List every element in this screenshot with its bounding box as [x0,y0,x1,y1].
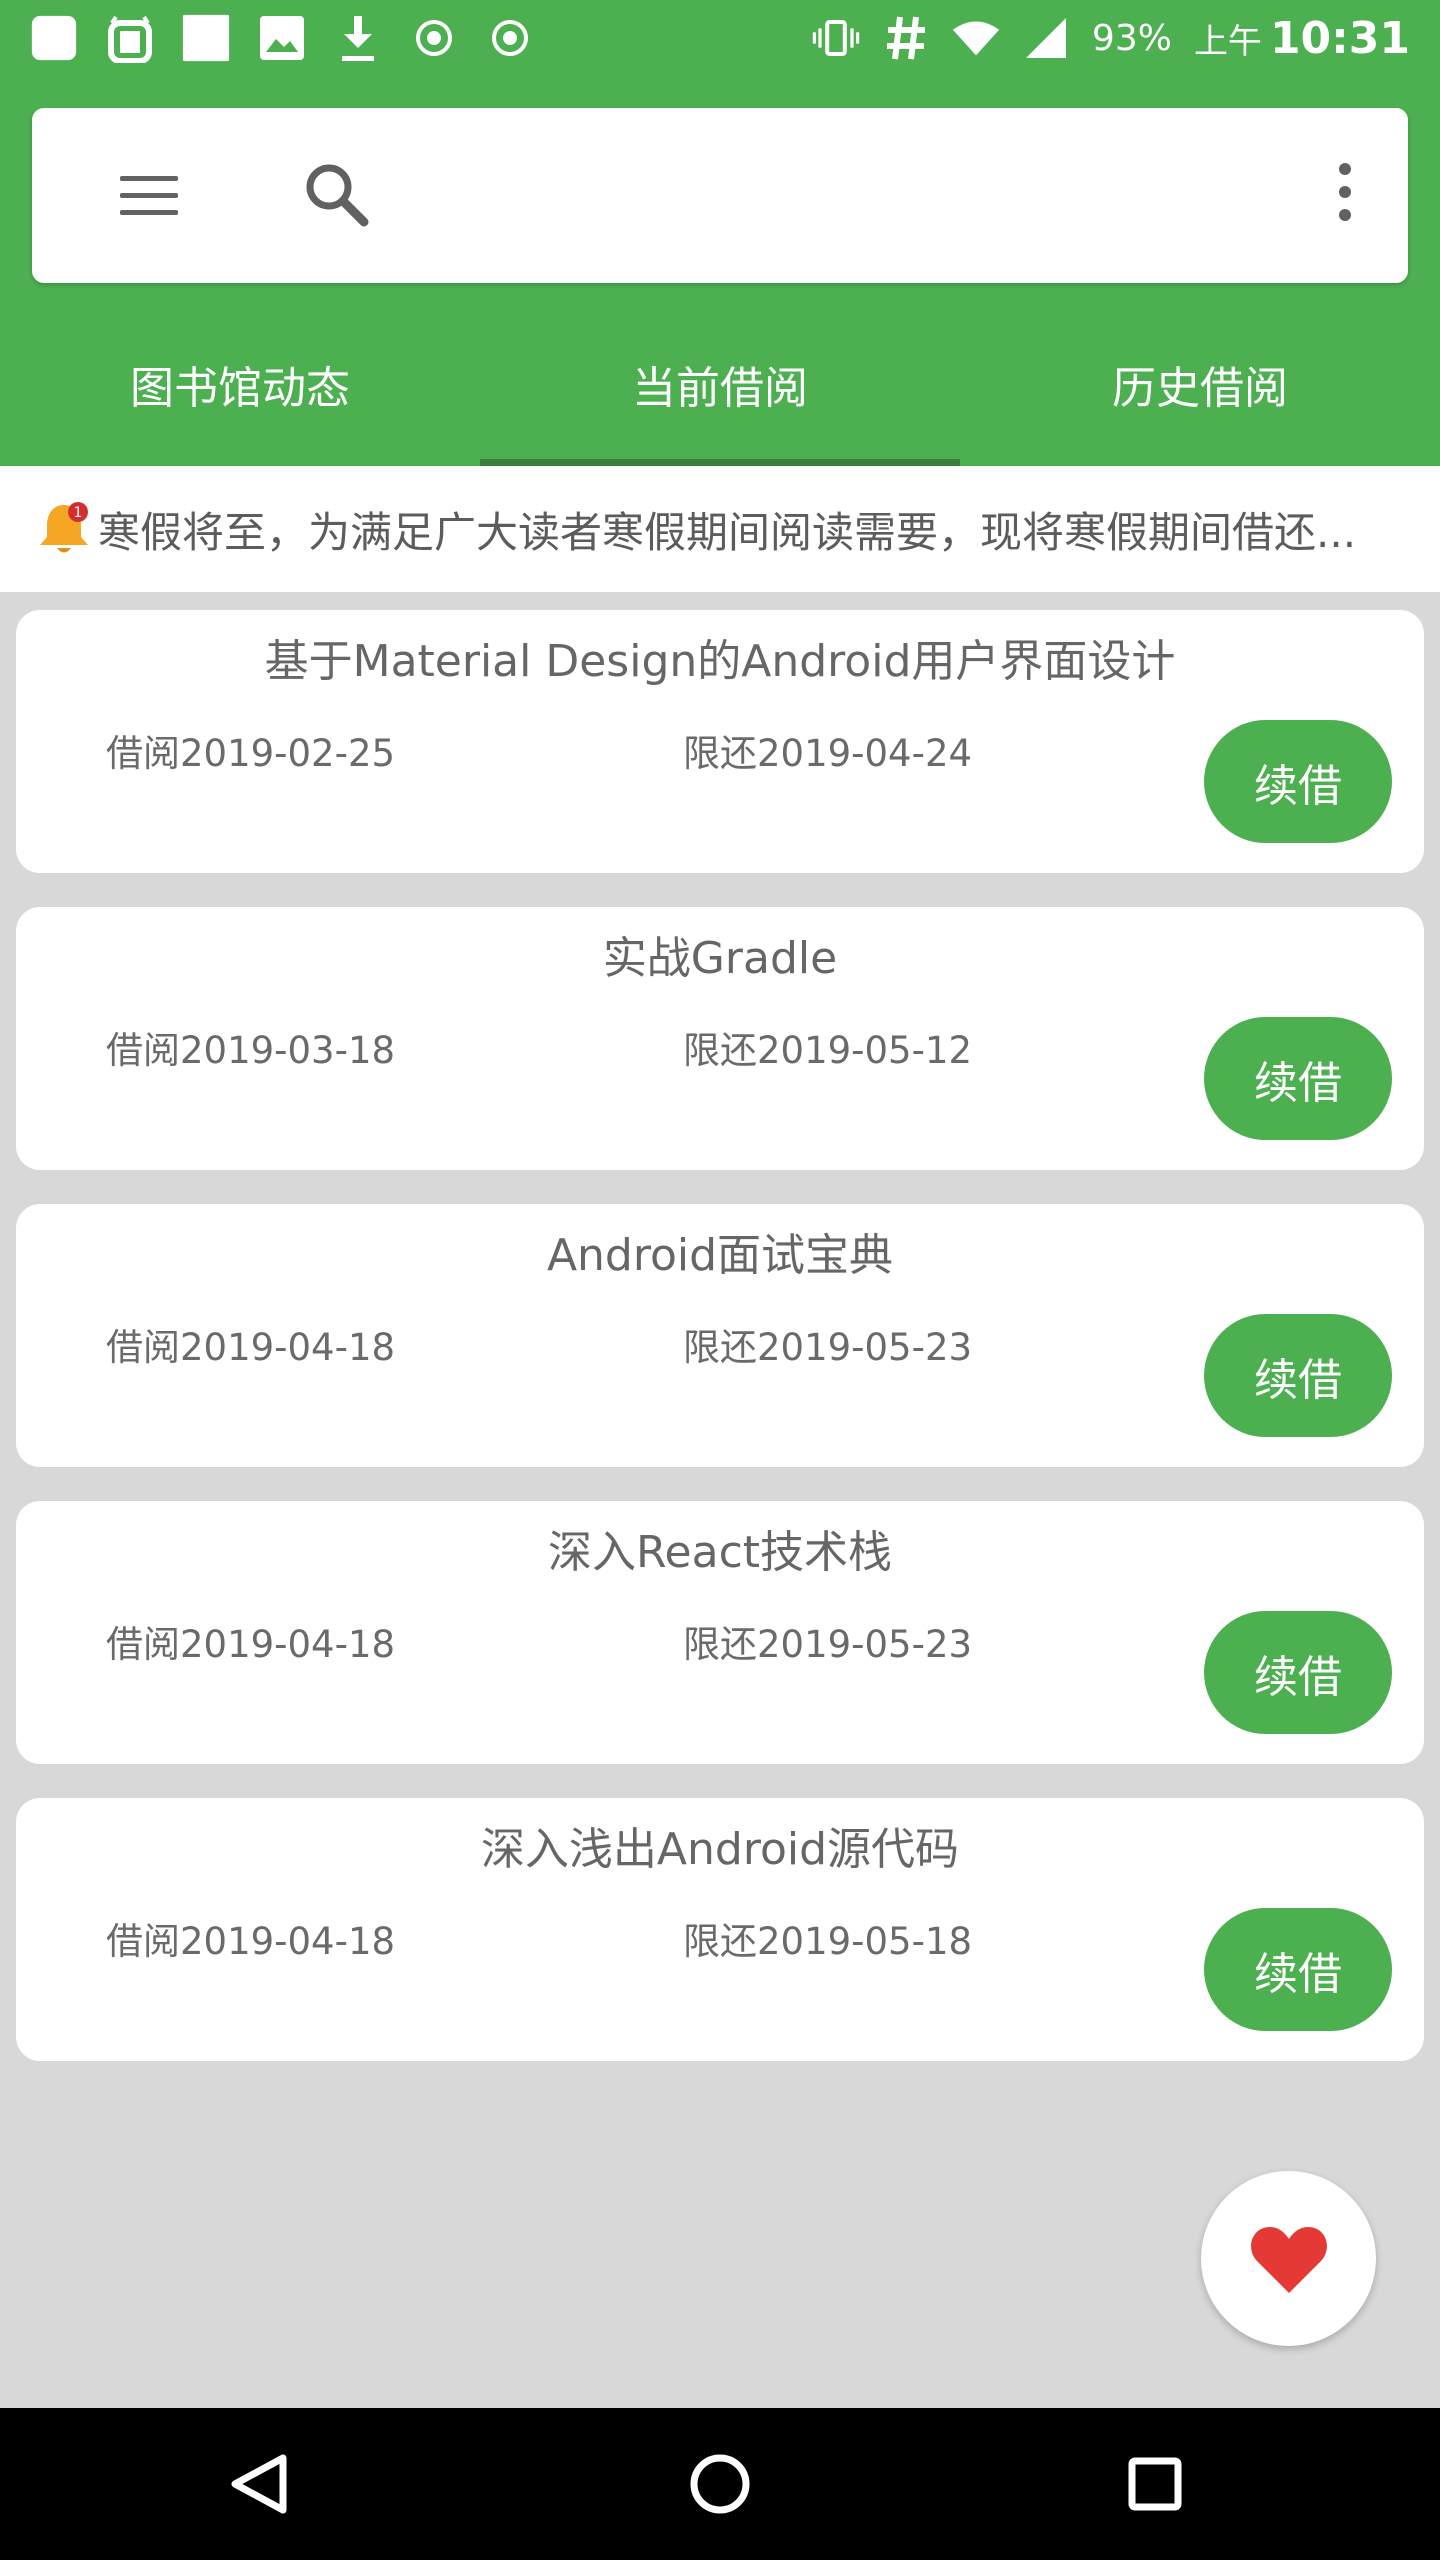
image-icon [258,14,306,62]
tab-library-news[interactable]: 图书馆动态 [0,326,480,466]
tab-label: 历史借阅 [1112,363,1288,414]
due-date: 限还2019-04-24 [683,732,973,775]
borrowed-book-list: 基于Material Design的Android用户界面设计 借阅2019-0… [16,610,1424,2095]
battery-percent: 93% [1091,17,1172,59]
book-card[interactable]: 基于Material Design的Android用户界面设计 借阅2019-0… [16,610,1424,873]
book-card[interactable]: 深入浅出Android源代码 借阅2019-04-18 限还2019-05-18… [16,1798,1424,2061]
notice-text: 寒假将至，为满足广大读者寒假期间阅读需要，现将寒假期间借还... [98,507,1357,557]
more-vertical-icon[interactable] [1328,163,1362,233]
vibrate-icon [812,14,860,62]
borrow-date: 借阅2019-02-25 [106,732,396,775]
due-date: 限还2019-05-12 [683,1029,973,1072]
book-title: 深入React技术栈 [547,1527,893,1578]
tab-current-borrowing[interactable]: 当前借阅 [480,326,960,466]
hash-icon [882,14,930,62]
system-nav-bar [0,2408,1440,2560]
renew-button[interactable]: 续借 [1204,1908,1392,2031]
book-title: 实战Gradle [602,933,838,984]
time-period: 上午 [1193,21,1262,62]
back-triangle-icon[interactable] [207,2432,311,2536]
download-icon [334,14,382,62]
search-bar [32,108,1408,283]
notice-banner[interactable]: 1 寒假将至，为满足广大读者寒假期间阅读需要，现将寒假期间借还... [0,466,1440,592]
bell-icon: 1 [34,499,94,559]
cellular-signal-icon [1022,14,1070,62]
tab-borrowing-history[interactable]: 历史借阅 [960,326,1440,466]
due-date: 限还2019-05-18 [683,1920,973,1963]
status-bar: 93% 上午 10:31 [0,0,1440,77]
book-title: 深入浅出Android源代码 [480,1824,960,1875]
search-icon[interactable] [300,158,376,234]
tab-label: 图书馆动态 [130,363,350,414]
book-card[interactable]: Android面试宝典 借阅2019-04-18 限还2019-05-23 续借 [16,1204,1424,1467]
radio-dot-icon [486,14,534,62]
borrow-date: 借阅2019-04-18 [106,1623,396,1666]
book-title: 基于Material Design的Android用户界面设计 [264,636,1176,687]
book-card[interactable]: 深入React技术栈 借阅2019-04-18 限还2019-05-23 续借 [16,1501,1424,1764]
favorite-fab[interactable] [1201,2171,1376,2346]
hamburger-menu-icon[interactable] [114,166,184,226]
wifi-icon [952,14,1000,62]
clock: 10:31 [1269,12,1410,64]
borrow-date: 借阅2019-03-18 [106,1029,396,1072]
renew-button[interactable]: 续借 [1204,1314,1392,1437]
app-square-icon [30,14,78,62]
renew-button[interactable]: 续借 [1204,720,1392,843]
recents-square-icon[interactable] [1103,2432,1207,2536]
radio-dot-icon [410,14,458,62]
android-robot-icon [106,14,154,63]
borrow-date: 借阅2019-04-18 [106,1326,396,1369]
square-icon [182,14,230,62]
renew-button[interactable]: 续借 [1204,1611,1392,1734]
borrow-date: 借阅2019-04-18 [106,1920,396,1963]
tab-bar: 图书馆动态 当前借阅 历史借阅 [0,326,1440,466]
search-input[interactable] [412,148,1296,245]
renew-button[interactable]: 续借 [1204,1017,1392,1140]
book-card[interactable]: 实战Gradle 借阅2019-03-18 限还2019-05-12 续借 [16,907,1424,1170]
book-title: Android面试宝典 [546,1230,894,1281]
tab-label: 当前借阅 [632,363,808,414]
app-root: 93% 上午 10:31 图书馆动态 当前借阅 历史借阅 1 寒假将至，为满足广… [0,0,1440,2560]
notice-badge: 1 [74,505,83,521]
due-date: 限还2019-05-23 [683,1326,973,1369]
due-date: 限还2019-05-23 [683,1623,973,1666]
home-circle-icon[interactable] [668,2432,772,2536]
heart-icon [1250,2226,1327,2293]
